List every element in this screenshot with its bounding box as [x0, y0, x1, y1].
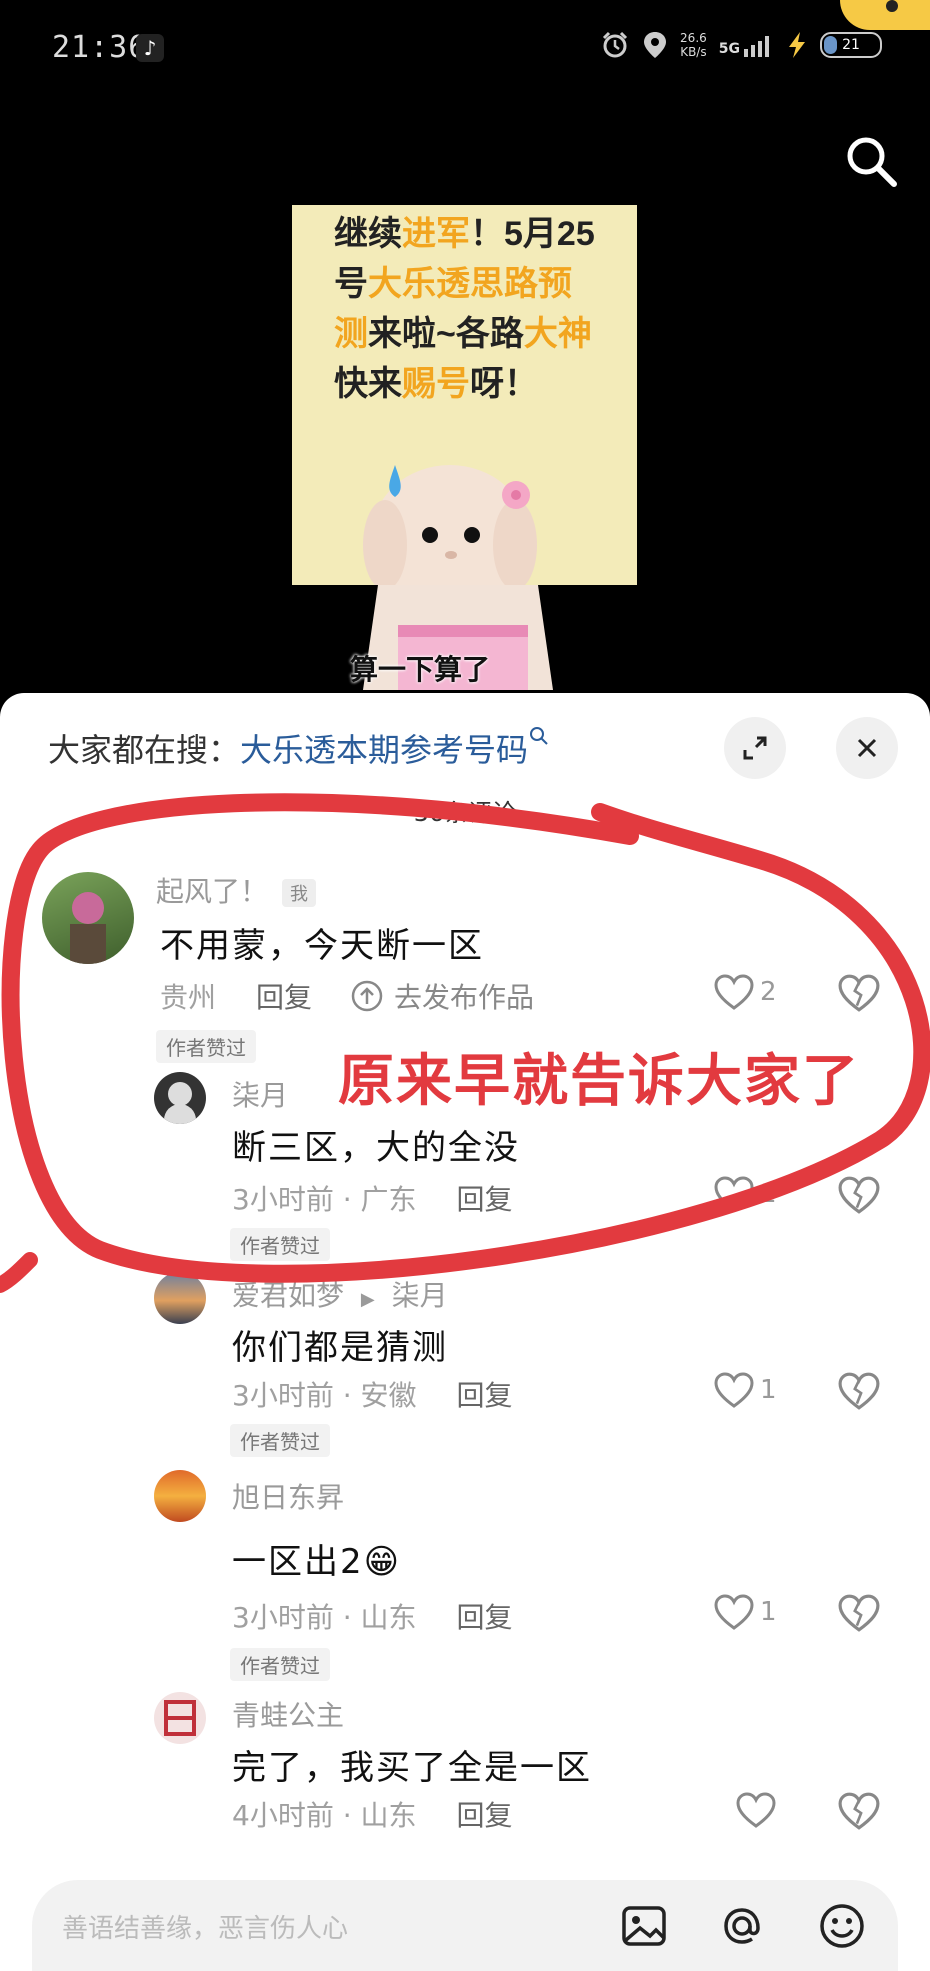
comment-text[interactable]: 断三区，大的全没	[232, 1120, 520, 1169]
comment-meta: 3小时前 · 广东 回复	[232, 1178, 513, 1218]
network-speed: 26.6 KB/s	[680, 31, 707, 59]
comment-input-bar[interactable]: 善语结善缘，恶言伤人心	[32, 1880, 898, 1971]
like-button[interactable]	[736, 1792, 776, 1828]
heart-icon	[714, 1176, 754, 1212]
author-liked-badge: 作者赞过	[230, 1228, 330, 1261]
mention-icon[interactable]	[716, 1900, 768, 1952]
comment-input[interactable]: 善语结善缘，恶言伤人心	[62, 1908, 348, 1945]
comment-meta: 贵州 回复 去发布作品	[160, 976, 534, 1016]
reply-button[interactable]: 回复	[457, 1178, 513, 1218]
charging-bolt-icon	[789, 32, 805, 58]
heart-icon	[714, 1372, 754, 1408]
search-small-icon	[530, 727, 548, 745]
comment-meta: 4小时前 · 山东 回复	[232, 1794, 513, 1834]
author-liked-badge: 作者赞过	[230, 1648, 330, 1681]
comment-text[interactable]: 一区出2😁	[232, 1534, 401, 1583]
location-icon	[644, 32, 667, 58]
reply-button[interactable]: 回复	[457, 1794, 513, 1834]
like-button[interactable]: 1	[714, 1594, 777, 1630]
comment-location: 贵州	[160, 981, 217, 1014]
comment-meta: 3小时前 · 山东 回复	[232, 1596, 513, 1636]
comment-count: 36条评论	[413, 799, 517, 827]
tiktok-icon: ♪	[136, 34, 164, 62]
video-frame[interactable]: 继续进军！5月25号大乐透思路预测来啦~各路大神快来赐号呀！	[292, 205, 637, 585]
card-text-segment: 继续	[334, 215, 402, 253]
author-liked-badge: 作者赞过	[156, 1030, 256, 1063]
avatar[interactable]	[42, 872, 134, 964]
video-card-text: 继续进军！5月25号大乐透思路预测来啦~各路大神快来赐号呀！	[334, 209, 604, 409]
heart-icon	[714, 1594, 754, 1630]
plush-toy-image	[363, 465, 537, 585]
self-tag: 我	[282, 879, 317, 907]
comment-author[interactable]: 爱君如梦 ▶ 柒月	[232, 1274, 448, 1314]
card-text-segment: 来啦~各路	[368, 315, 524, 353]
highlight-text: 大神	[523, 315, 592, 353]
network-type: 5G	[718, 41, 740, 57]
image-icon[interactable]	[618, 1900, 670, 1952]
avatar[interactable]	[154, 1272, 206, 1324]
expand-button[interactable]	[724, 717, 786, 779]
avatar[interactable]	[154, 1470, 206, 1522]
reply-button[interactable]: 回复	[457, 1374, 513, 1414]
comment-author[interactable]: 柒月	[232, 1074, 288, 1114]
reply-button[interactable]: 回复	[457, 1596, 513, 1636]
card-text-segment: 快来	[334, 365, 402, 403]
signal-icon	[744, 36, 769, 57]
card-text-segment: 呀！	[470, 365, 538, 403]
dislike-icon[interactable]	[838, 1792, 880, 1830]
search-icon[interactable]	[842, 132, 902, 192]
dislike-icon[interactable]	[838, 1372, 880, 1410]
close-icon	[857, 738, 877, 758]
trending-search-keyword[interactable]: 大乐透本期参考号码	[240, 731, 528, 769]
comment-author[interactable]: 青蛙公主	[232, 1694, 344, 1734]
comment-author[interactable]: 起风了！我	[156, 870, 317, 910]
expand-icon	[743, 736, 767, 760]
comment-text[interactable]: 完了，我买了全是一区	[232, 1740, 592, 1789]
heart-icon	[714, 974, 754, 1010]
sheet-header: 大家都在搜：大乐透本期参考号码	[0, 693, 930, 803]
comment-meta: 3小时前 · 安徽 回复	[232, 1374, 513, 1414]
avatar[interactable]	[154, 1072, 206, 1124]
video-subtitle: 算一下算了	[350, 653, 491, 686]
dislike-icon[interactable]	[838, 1176, 880, 1214]
annotation-text: 原来早就告诉大家了	[338, 1049, 860, 1112]
like-button[interactable]: 2	[714, 974, 777, 1010]
clock: 21:36	[52, 30, 148, 65]
author-liked-badge: 作者赞过	[230, 1424, 330, 1457]
alarm-icon	[602, 31, 628, 58]
reply-button[interactable]: 回复	[256, 976, 312, 1016]
avatar[interactable]	[154, 1692, 206, 1744]
comment-text[interactable]: 不用蒙，今天断一区	[160, 918, 484, 967]
reply-arrow-icon: ▶	[360, 1289, 375, 1310]
like-button[interactable]: 1	[714, 1372, 777, 1408]
comment-text[interactable]: 你们都是猜测	[232, 1320, 448, 1369]
publish-work-button[interactable]: 去发布作品	[350, 976, 534, 1016]
emoji-icon[interactable]	[816, 1900, 868, 1952]
like-button[interactable]: 1	[714, 1176, 777, 1212]
heart-icon	[736, 1792, 776, 1828]
highlight-text: 进军	[402, 215, 470, 253]
battery-indicator: 21	[820, 32, 882, 58]
floating-bubble[interactable]	[840, 0, 930, 30]
trending-search[interactable]: 大家都在搜：大乐透本期参考号码	[48, 725, 550, 771]
dislike-icon[interactable]	[838, 974, 880, 1012]
status-bar: 21:36 ♪ 26.6 KB/s 5G 21	[0, 0, 930, 100]
upload-circle-icon	[351, 980, 383, 1012]
comment-author[interactable]: 旭日东昇	[232, 1476, 344, 1516]
dislike-icon[interactable]	[838, 1594, 880, 1632]
highlight-text: 赐号	[402, 365, 470, 403]
close-button[interactable]	[836, 717, 898, 779]
